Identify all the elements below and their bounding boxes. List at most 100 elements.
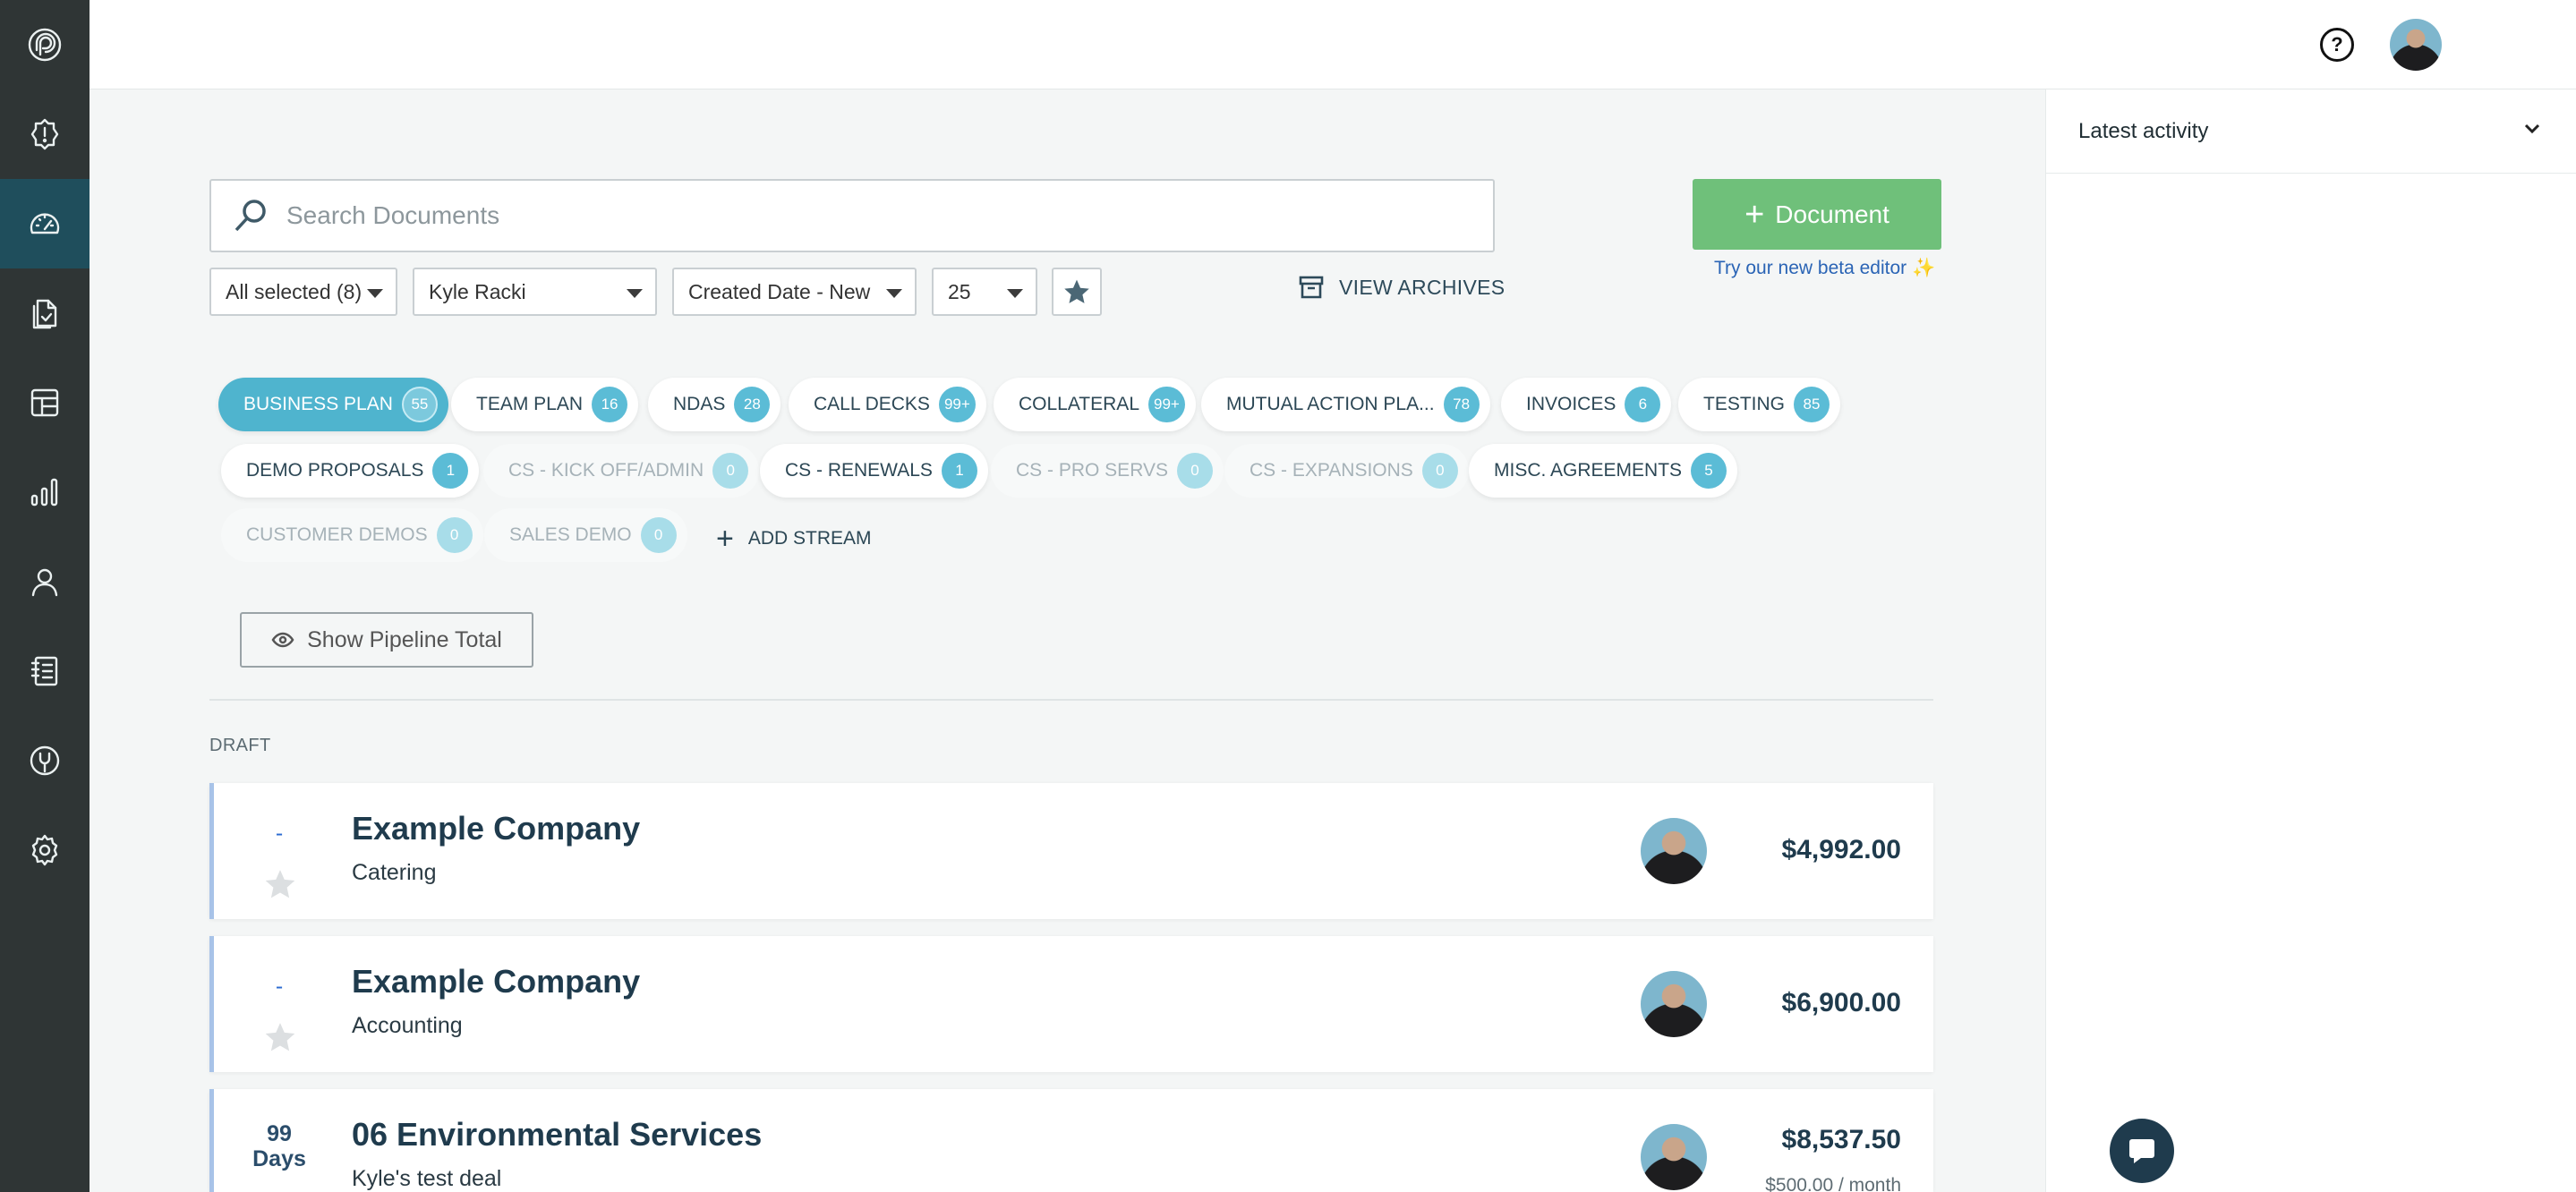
stream-cs-expansions[interactable]: CS - EXPANSIONS 0	[1224, 444, 1469, 498]
caret-down-icon	[1007, 289, 1023, 298]
sidebar-item-dashboard[interactable]	[0, 179, 90, 268]
sidebar-item-settings[interactable]	[0, 805, 90, 895]
stream-mutual-action-plan[interactable]: MUTUAL ACTION PLA... 78	[1201, 378, 1490, 431]
stream-label: COLLATERAL	[1019, 394, 1139, 414]
chevron-down-icon	[2522, 118, 2542, 144]
dashboard-gauge-icon	[30, 213, 60, 234]
days-indicator: 99 Days	[252, 1121, 306, 1171]
stream-count-badge: 55	[401, 387, 438, 422]
templates-icon	[30, 388, 59, 417]
help-chat-button[interactable]	[2110, 1119, 2174, 1183]
stream-sales-demo[interactable]: SALES DEMO 0	[484, 508, 687, 562]
stream-count-badge: 1	[432, 453, 469, 489]
document-subtitle: Accounting	[352, 1013, 463, 1038]
user-avatar[interactable]	[2390, 19, 2442, 71]
sidebar-item-integrations[interactable]	[0, 716, 90, 805]
settings-gear-icon	[31, 834, 58, 866]
stream-count-badge: 99+	[938, 387, 976, 422]
stream-label: CUSTOMER DEMOS	[246, 524, 428, 545]
stream-collateral[interactable]: COLLATERAL 99+	[994, 378, 1196, 431]
stream-misc-agreements[interactable]: MISC. AGREEMENTS 5	[1469, 444, 1738, 498]
stream-label: INVOICES	[1526, 394, 1616, 414]
document-amount: $8,537.50	[1781, 1125, 1901, 1154]
stream-label: MISC. AGREEMENTS	[1494, 460, 1683, 481]
stream-count-badge: 78	[1443, 387, 1480, 422]
stream-business-plan[interactable]: BUSINESS PLAN 55	[218, 378, 448, 431]
favorite-star-icon[interactable]	[263, 1020, 297, 1054]
stream-call-decks[interactable]: CALL DECKS 99+	[789, 378, 986, 431]
stream-label: CS - RENEWALS	[785, 460, 933, 481]
sidebar-item-alerts[interactable]	[0, 89, 90, 179]
sidebar-item-contacts[interactable]	[0, 537, 90, 626]
sidebar-item-library[interactable]	[0, 626, 90, 716]
plus-icon: +	[716, 521, 734, 556]
favorites-filter-button[interactable]	[1052, 268, 1102, 316]
status-filter-value: All selected (8)	[226, 279, 363, 303]
document-card[interactable]: - Example Company Accounting $6,900.00	[209, 936, 1933, 1072]
owner-avatar	[1641, 971, 1707, 1037]
eye-icon	[271, 632, 294, 648]
stream-label: CALL DECKS	[814, 394, 930, 414]
stream-cs-pro-servs[interactable]: CS - PRO SERVS 0	[991, 444, 1224, 498]
stream-label: CS - KICK OFF/ADMIN	[508, 460, 704, 481]
stream-count-badge: 85	[1794, 387, 1830, 422]
search-bar	[209, 179, 1495, 252]
library-notebook-icon	[30, 656, 58, 686]
stream-count-badge: 0	[640, 517, 677, 553]
new-document-label: Document	[1775, 200, 1889, 228]
stream-demo-proposals[interactable]: DEMO PROPOSALS 1	[221, 444, 480, 498]
add-stream-label: ADD STREAM	[747, 528, 872, 549]
days-indicator: -	[275, 974, 284, 999]
document-title: 06 Environmental Services	[352, 1116, 763, 1153]
stream-invoices[interactable]: INVOICES 6	[1501, 378, 1672, 431]
alert-gear-icon	[30, 118, 59, 150]
sidebar-item-templates[interactable]	[0, 358, 90, 447]
per-page-value: 25	[948, 279, 971, 303]
sidebar	[0, 0, 90, 1192]
stream-team-plan[interactable]: TEAM PLAN 16	[451, 378, 639, 431]
reports-chart-icon	[30, 478, 58, 507]
integrations-icon	[30, 745, 60, 776]
document-title: Example Company	[352, 963, 641, 1000]
latest-activity-title: Latest activity	[2078, 118, 2209, 143]
stream-label: TESTING	[1703, 394, 1786, 414]
activity-panel: Latest activity	[2045, 89, 2576, 1192]
document-card[interactable]: - Example Company Catering $4,992.00	[209, 783, 1933, 919]
view-archives-label: VIEW ARCHIVES	[1339, 275, 1506, 299]
help-icon[interactable]: ?	[2320, 28, 2354, 62]
status-filter-select[interactable]: All selected (8)	[209, 268, 397, 316]
sort-select[interactable]: Created Date - New	[672, 268, 917, 316]
caret-down-icon	[627, 289, 643, 298]
stream-count-badge: 0	[712, 453, 749, 489]
documents-icon	[32, 299, 57, 329]
sidebar-item-reports[interactable]	[0, 447, 90, 537]
stream-count-badge: 6	[1625, 387, 1661, 422]
owner-filter-select[interactable]: Kyle Racki	[413, 268, 657, 316]
document-amount: $6,900.00	[1781, 988, 1901, 1017]
search-input[interactable]	[286, 201, 1450, 230]
stream-label: NDAS	[673, 394, 726, 414]
document-card[interactable]: 99 Days 06 Environmental Services Kyle's…	[209, 1089, 1933, 1192]
search-icon	[235, 200, 266, 232]
stream-testing[interactable]: TESTING 85	[1678, 378, 1841, 431]
per-page-select[interactable]: 25	[932, 268, 1037, 316]
stream-label: SALES DEMO	[509, 524, 632, 545]
document-amount: $4,992.00	[1781, 835, 1901, 864]
add-stream-button[interactable]: + ADD STREAM	[716, 512, 872, 566]
stream-ndas[interactable]: NDAS 28	[648, 378, 781, 431]
stream-customer-demos[interactable]: CUSTOMER DEMOS 0	[221, 508, 483, 562]
stream-cs-renewals[interactable]: CS - RENEWALS 1	[760, 444, 988, 498]
latest-activity-toggle[interactable]: Latest activity	[2046, 89, 2576, 174]
view-archives-link[interactable]: VIEW ARCHIVES	[1298, 274, 1505, 301]
sidebar-item-documents[interactable]	[0, 268, 90, 358]
stream-cs-kick-off-admin[interactable]: CS - KICK OFF/ADMIN 0	[483, 444, 760, 498]
stream-count-badge: 0	[1421, 453, 1458, 489]
star-icon	[1064, 279, 1089, 303]
favorite-star-icon[interactable]	[263, 867, 297, 901]
beta-editor-link[interactable]: Try our new beta editor ✨	[1714, 258, 1935, 279]
logo-icon	[28, 28, 62, 62]
show-pipeline-total-button[interactable]: Show Pipeline Total	[240, 612, 533, 668]
caret-down-icon	[367, 289, 383, 298]
sidebar-logo[interactable]	[0, 0, 90, 89]
new-document-button[interactable]: + Document	[1693, 179, 1941, 250]
